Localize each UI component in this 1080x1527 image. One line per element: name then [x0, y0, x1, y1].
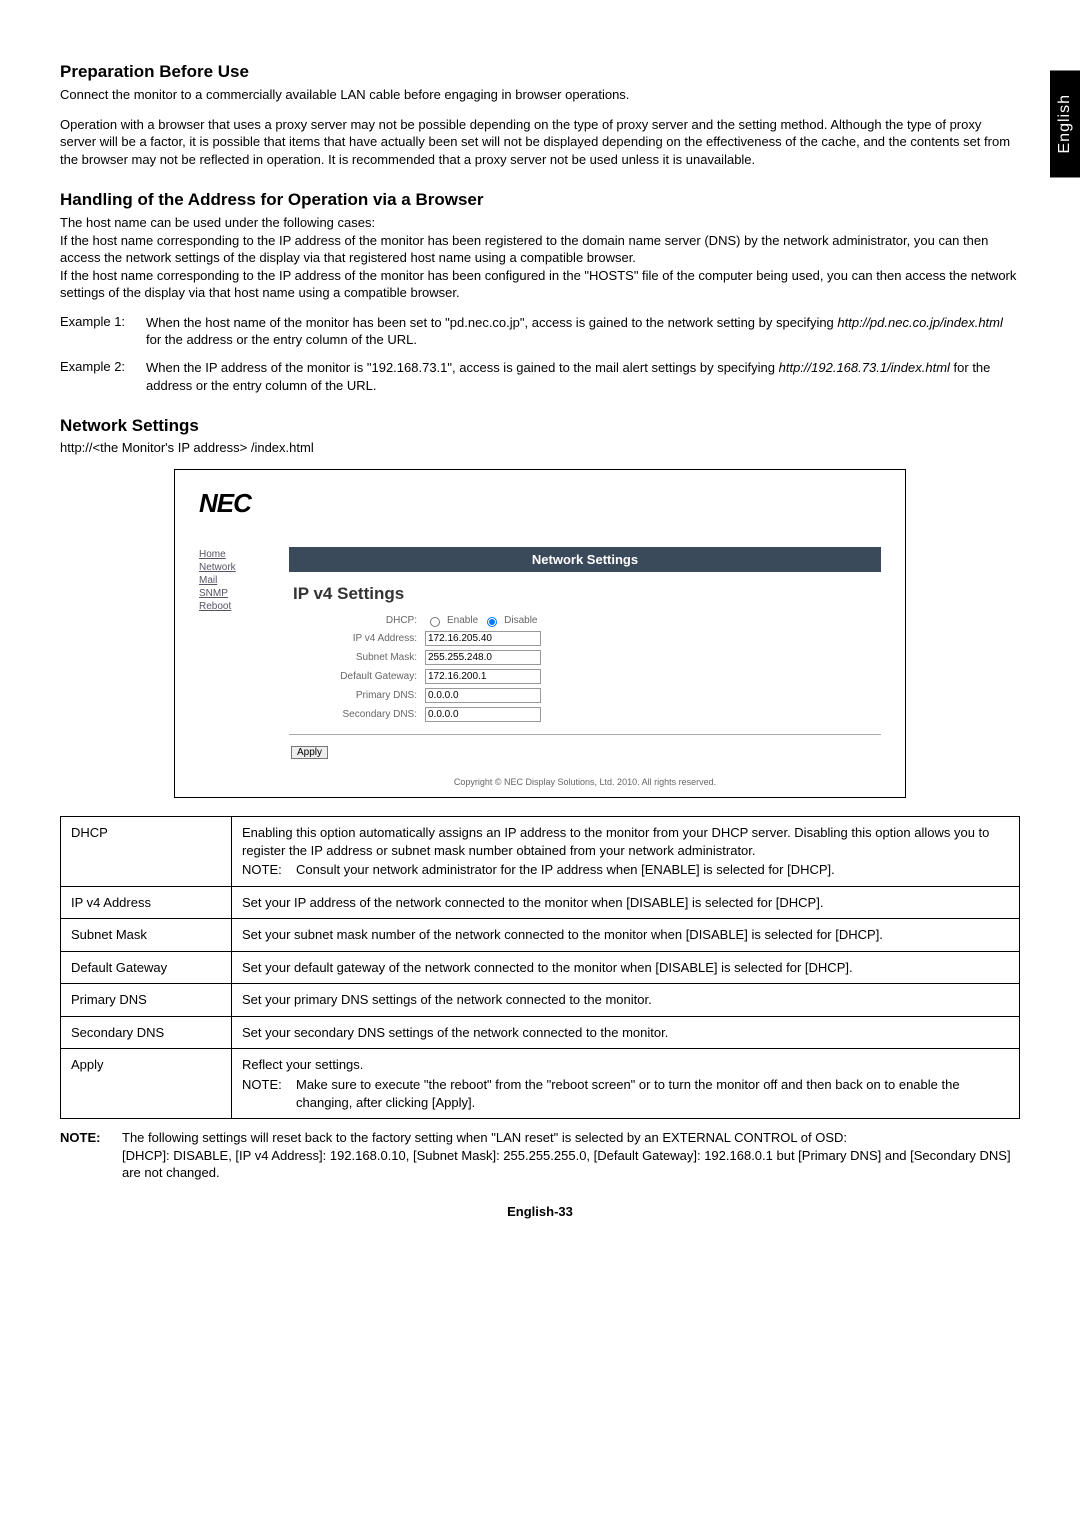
- dhcp-note-label: NOTE:: [242, 861, 296, 879]
- example1-text: When the host name of the monitor has be…: [146, 314, 1020, 349]
- example1-text-b: for the address or the entry column of t…: [146, 332, 417, 347]
- ip-label: IP v4 Address:: [289, 633, 425, 644]
- table-row: IP v4 Address Set your IP address of the…: [61, 886, 1020, 919]
- cell-apply-label: Apply: [61, 1049, 232, 1119]
- cell-subnet-label: Subnet Mask: [61, 919, 232, 952]
- bottom-note-line1: The following settings will reset back t…: [122, 1130, 847, 1145]
- settings-table: DHCP Enabling this option automatically …: [60, 816, 1020, 1119]
- table-row: Subnet Mask Set your subnet mask number …: [61, 919, 1020, 952]
- handling-p1: The host name can be used under the foll…: [60, 214, 1020, 232]
- nav-network[interactable]: Network: [199, 561, 269, 574]
- heading-handling: Handling of the Address for Operation vi…: [60, 190, 1020, 210]
- nav-reboot[interactable]: Reboot: [199, 600, 269, 613]
- cell-sdns-label: Secondary DNS: [61, 1016, 232, 1049]
- example1-text-a: When the host name of the monitor has be…: [146, 315, 837, 330]
- apply-note-label: NOTE:: [242, 1076, 296, 1111]
- subnet-label: Subnet Mask:: [289, 652, 425, 663]
- cell-apply-desc: Reflect your settings. NOTE: Make sure t…: [232, 1049, 1020, 1119]
- bottom-note-label: NOTE:: [60, 1129, 122, 1182]
- screenshot-subheading: IP v4 Settings: [293, 584, 881, 604]
- sdns-label: Secondary DNS:: [289, 709, 425, 720]
- apply-note-text: Make sure to execute "the reboot" from t…: [296, 1076, 1009, 1111]
- cell-ip-label: IP v4 Address: [61, 886, 232, 919]
- table-row: Secondary DNS Set your secondary DNS set…: [61, 1016, 1020, 1049]
- apply-desc-text: Reflect your settings.: [242, 1057, 363, 1072]
- example1-url: http://pd.nec.co.jp/index.html: [837, 315, 1002, 330]
- subnet-input[interactable]: [425, 650, 541, 665]
- dhcp-enable-radio[interactable]: [430, 617, 440, 627]
- dhcp-enable-text: Enable: [447, 615, 478, 626]
- cell-dhcp-label: DHCP: [61, 817, 232, 887]
- dhcp-desc-text: Enabling this option automatically assig…: [242, 825, 989, 858]
- example2-label: Example 2:: [60, 359, 146, 394]
- divider: [289, 734, 881, 735]
- gateway-input[interactable]: [425, 669, 541, 684]
- language-tab: English: [1050, 70, 1080, 177]
- gateway-label: Default Gateway:: [289, 671, 425, 682]
- nav-mail[interactable]: Mail: [199, 574, 269, 587]
- embedded-screenshot: NEC Home Network Mail SNMP Reboot Networ…: [174, 469, 906, 798]
- sdns-input[interactable]: [425, 707, 541, 722]
- dhcp-label: DHCP:: [289, 615, 425, 626]
- screenshot-banner: Network Settings: [289, 547, 881, 572]
- pdns-input[interactable]: [425, 688, 541, 703]
- dhcp-note-text: Consult your network administrator for t…: [296, 861, 835, 879]
- cell-subnet-desc: Set your subnet mask number of the netwo…: [232, 919, 1020, 952]
- bottom-note-text: The following settings will reset back t…: [122, 1129, 1020, 1182]
- dhcp-disable-text: Disable: [504, 615, 537, 626]
- example1-label: Example 1:: [60, 314, 146, 349]
- heading-network-settings: Network Settings: [60, 416, 1020, 436]
- page-footer: English-33: [60, 1204, 1020, 1219]
- table-row: Apply Reflect your settings. NOTE: Make …: [61, 1049, 1020, 1119]
- cell-gateway-desc: Set your default gateway of the network …: [232, 951, 1020, 984]
- pdns-label: Primary DNS:: [289, 690, 425, 701]
- screenshot-copyright: Copyright © NEC Display Solutions, Ltd. …: [289, 777, 881, 787]
- dhcp-disable-radio[interactable]: [487, 617, 497, 627]
- apply-button[interactable]: Apply: [291, 746, 328, 759]
- cell-pdns-desc: Set your primary DNS settings of the net…: [232, 984, 1020, 1017]
- screenshot-nav: Home Network Mail SNMP Reboot: [199, 547, 269, 791]
- cell-ip-desc: Set your IP address of the network conne…: [232, 886, 1020, 919]
- handling-p2: If the host name corresponding to the IP…: [60, 232, 1020, 267]
- nav-home[interactable]: Home: [199, 548, 269, 561]
- heading-preparation: Preparation Before Use: [60, 62, 1020, 82]
- bottom-note-line2: [DHCP]: DISABLE, [IP v4 Address]: 192.16…: [122, 1148, 1011, 1181]
- table-row: DHCP Enabling this option automatically …: [61, 817, 1020, 887]
- cell-gateway-label: Default Gateway: [61, 951, 232, 984]
- example2-text-a: When the IP address of the monitor is "1…: [146, 360, 779, 375]
- table-row: Default Gateway Set your default gateway…: [61, 951, 1020, 984]
- nav-snmp[interactable]: SNMP: [199, 587, 269, 600]
- handling-p3: If the host name corresponding to the IP…: [60, 267, 1020, 302]
- cell-sdns-desc: Set your secondary DNS settings of the n…: [232, 1016, 1020, 1049]
- example2-url: http://192.168.73.1/index.html: [779, 360, 950, 375]
- cell-dhcp-desc: Enabling this option automatically assig…: [232, 817, 1020, 887]
- nec-logo: NEC: [199, 488, 881, 519]
- prep-p1: Connect the monitor to a commercially av…: [60, 86, 1020, 104]
- table-row: Primary DNS Set your primary DNS setting…: [61, 984, 1020, 1017]
- cell-pdns-label: Primary DNS: [61, 984, 232, 1017]
- network-url: http://<the Monitor's IP address> /index…: [60, 440, 1020, 455]
- prep-p2: Operation with a browser that uses a pro…: [60, 116, 1020, 169]
- example2-text: When the IP address of the monitor is "1…: [146, 359, 1020, 394]
- ip-input[interactable]: [425, 631, 541, 646]
